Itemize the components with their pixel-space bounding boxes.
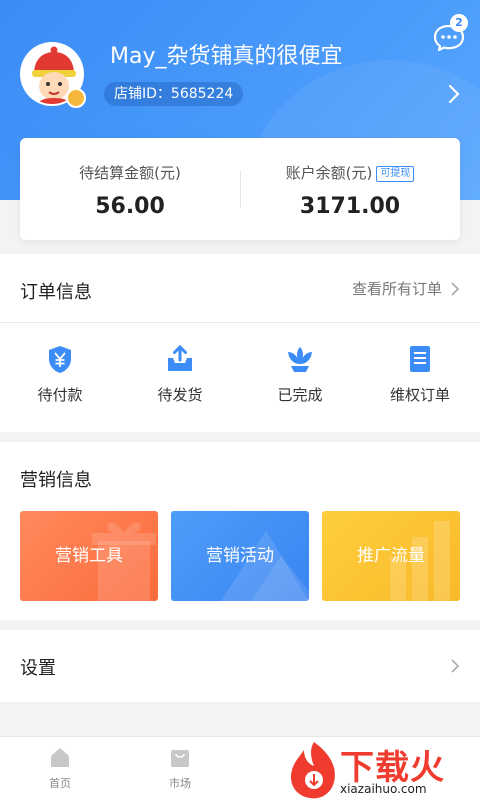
settings-row[interactable]: 设置 (0, 630, 480, 702)
account-balance[interactable]: 账户余额(元) 可提现 3171.00 (240, 138, 460, 240)
settings-title: 设置 (20, 658, 56, 679)
document-list-icon (410, 346, 430, 372)
order-pending-payment-label: 待付款 (37, 386, 83, 404)
order-dispute-label: 维权订单 (389, 386, 450, 404)
withdrawable-tag: 可提现 (376, 166, 415, 182)
balance-card: 待结算金额(元) 56.00 账户余额(元) 可提现 3171.00 (20, 138, 460, 240)
marketing-tools-card[interactable]: 营销工具 (20, 511, 158, 601)
promotion-traffic-label: 推广流量 (357, 546, 425, 566)
lotus-icon (288, 347, 312, 372)
upload-box-icon (168, 344, 192, 371)
shop-name: May_杂货铺真的很便宜 (110, 44, 343, 69)
chevron-right-icon (451, 659, 460, 673)
marketing-tools-label: 营销工具 (55, 546, 123, 566)
vip-badge-icon (66, 88, 86, 108)
chevron-right-icon (451, 281, 460, 296)
order-pending-shipment[interactable]: 待发货 (120, 344, 240, 405)
pending-settlement-value: 56.00 (95, 194, 165, 219)
view-all-orders-link[interactable]: 查看所有订单 (352, 278, 460, 299)
home-icon (51, 748, 69, 767)
profile-chevron-right-icon[interactable] (446, 84, 462, 104)
pending-settlement-label: 待结算金额(元) (79, 164, 181, 182)
order-info-title: 订单信息 (20, 282, 92, 303)
view-all-orders-label: 查看所有订单 (351, 280, 442, 298)
order-pending-payment[interactable]: 待付款 (0, 344, 120, 405)
pending-settlement[interactable]: 待结算金额(元) 56.00 (20, 138, 240, 240)
message-count-badge: 2 (450, 14, 468, 32)
account-balance-label-row: 账户余额(元) 可提现 (240, 162, 460, 183)
watermark-url: xiazaihuo.com (340, 782, 427, 796)
order-dispute[interactable]: 维权订单 (360, 344, 480, 405)
tab-market-label: 市场 (169, 777, 191, 790)
tab-home-label: 首页 (49, 777, 71, 790)
account-balance-value: 3171.00 (299, 194, 401, 219)
order-completed[interactable]: 已完成 (240, 344, 360, 405)
marketing-info-title: 营销信息 (20, 470, 92, 491)
shopping-bag-icon (171, 750, 189, 767)
shop-id-badge: 店铺ID：5685224 (104, 82, 244, 106)
marketing-activity-label: 营销活动 (206, 546, 274, 566)
order-divider (0, 322, 480, 323)
order-completed-label: 已完成 (277, 386, 323, 404)
marketing-activity-card[interactable]: 营销活动 (171, 511, 309, 601)
account-balance-label: 账户余额(元) (285, 164, 373, 182)
order-pending-shipment-label: 待发货 (157, 386, 203, 404)
tab-market[interactable]: 市场 (140, 745, 220, 791)
yuan-shield-icon (49, 346, 71, 373)
order-info-section: 订单信息 查看所有订单 待付款 待发货 已完成 维权订单 (0, 254, 480, 432)
tab-home[interactable]: 首页 (20, 745, 100, 791)
promotion-traffic-card[interactable]: 推广流量 (322, 511, 460, 601)
marketing-info-section: 营销信息 营销工具 营销活动 推广流量 (0, 442, 480, 620)
